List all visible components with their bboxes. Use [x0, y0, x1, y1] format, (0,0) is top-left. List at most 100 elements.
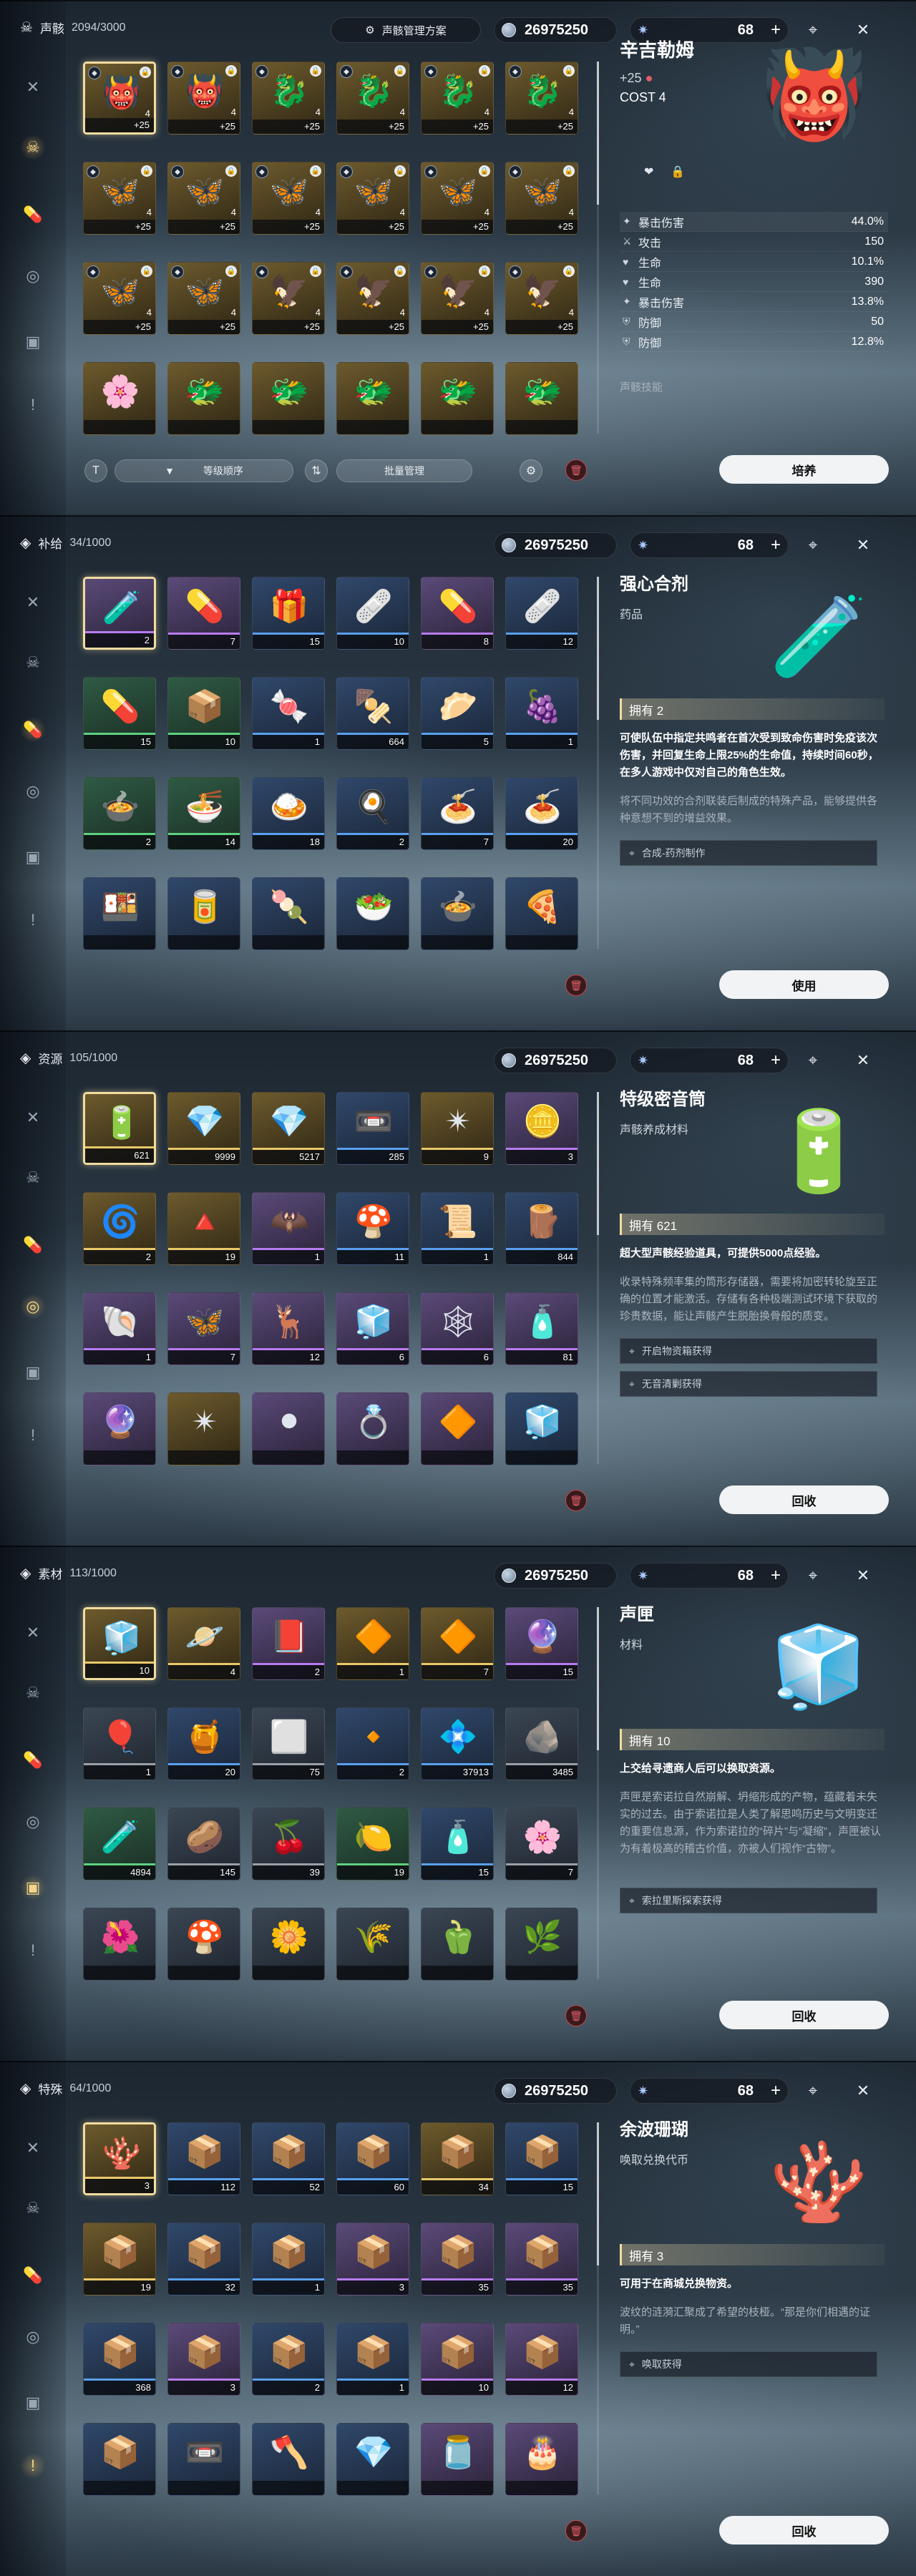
item-slot[interactable]: 💎 9999 [167, 1092, 240, 1165]
item-slot[interactable]: 🦇 1 [252, 1192, 325, 1265]
supply-tab-icon[interactable]: 💊 [20, 2263, 46, 2288]
item-slot[interactable]: 📦 1 [336, 2323, 409, 2396]
item-slot[interactable]: 🔸 2 [336, 1707, 409, 1780]
scrollbar[interactable] [597, 577, 599, 949]
item-slot[interactable]: 🎂 [505, 2423, 578, 2496]
item-slot[interactable]: 🍳 2 [336, 777, 409, 850]
item-slot[interactable]: 🐚 1 [83, 1292, 156, 1365]
weapon-icon[interactable]: ✕ [20, 2135, 46, 2161]
echo-slot[interactable]: 🐉 ◆ 🔒 4 +25 [336, 62, 409, 135]
echo-slot[interactable]: 🦅 ◆ 🔒 4 +25 [421, 262, 494, 335]
lock-status-icon[interactable]: 🔒 [671, 165, 685, 179]
item-slot[interactable]: 📦 368 [83, 2323, 156, 2396]
item-slot[interactable]: 📦 10 [167, 677, 240, 750]
close-icon[interactable]: ✕ [850, 2078, 876, 2104]
supply-tab-icon[interactable]: 💊 [20, 202, 46, 228]
item-slot[interactable]: 🫑 [421, 1908, 494, 1981]
item-slot[interactable]: 🍒 39 [252, 1807, 325, 1880]
item-slot[interactable]: 📦 112 [167, 2122, 240, 2195]
special-tab-icon[interactable]: ! [20, 907, 46, 933]
resource-tab-icon[interactable]: ◎ [20, 2324, 46, 2350]
item-slot[interactable]: 🍄 [167, 1908, 240, 1981]
source-entry[interactable]: ⌖ 开启物资箱获得 [620, 1338, 877, 1364]
echo-slot[interactable]: 🐉 ◆ 🔒 4 +25 [421, 62, 494, 135]
item-slot[interactable]: 📦 35 [505, 2223, 578, 2296]
item-slot[interactable]: 🧪 4894 [83, 1807, 156, 1880]
echo-slot[interactable]: 🐲 [505, 362, 578, 435]
settings-icon[interactable]: ⚙ [520, 459, 542, 482]
item-slot[interactable]: 🍝 20 [505, 777, 578, 850]
item-slot[interactable]: 💊 7 [167, 577, 240, 650]
echo-slot[interactable]: 🦋 ◆ 🔒 4 +25 [167, 262, 240, 335]
echo-slot[interactable]: 🐲 [421, 362, 494, 435]
item-slot[interactable]: 📦 15 [505, 2122, 578, 2195]
target-icon[interactable]: ⌖ [800, 2078, 826, 2104]
item-slot[interactable]: 💠 37913 [421, 1707, 494, 1780]
batch-manage-button[interactable]: 批量管理 [336, 459, 472, 482]
item-slot[interactable]: 🫙 [421, 2423, 494, 2496]
item-slot[interactable]: 🍡 [252, 877, 325, 950]
echo-slot[interactable]: 👹 ◆ 🔒 4 +25 [83, 62, 156, 135]
item-slot[interactable]: 🪵 844 [505, 1192, 578, 1265]
discard-icon[interactable]: 🗑 [565, 2005, 587, 2026]
source-entry[interactable]: ⌖ 索拉里斯探索获得 [620, 1888, 877, 1913]
item-slot[interactable]: ⬜ 75 [252, 1707, 325, 1780]
item-slot[interactable]: 🧪 2 [83, 577, 156, 650]
item-slot[interactable]: 💊 8 [421, 577, 494, 650]
add-astrite-button[interactable]: + [771, 1566, 781, 1586]
item-slot[interactable]: 📦 3 [336, 2223, 409, 2296]
item-slot[interactable]: 🌼 [252, 1908, 325, 1981]
add-astrite-button[interactable]: + [771, 1050, 781, 1070]
resource-tab-icon[interactable]: ◎ [20, 779, 46, 804]
material-tab-icon[interactable]: ▣ [20, 329, 46, 355]
echo-slot[interactable]: 🦋 ◆ 🔒 4 +25 [252, 162, 325, 235]
item-slot[interactable]: 💊 15 [83, 677, 156, 750]
item-slot[interactable]: 📼 [167, 2423, 240, 2496]
item-slot[interactable]: 💎 5217 [252, 1092, 325, 1165]
item-slot[interactable]: 🍋 19 [336, 1807, 409, 1880]
discard-icon[interactable]: 🗑 [565, 2520, 587, 2542]
item-slot[interactable]: 🪨 3485 [505, 1707, 578, 1780]
source-entry[interactable]: ⌖ 合成-药剂制作 [620, 840, 877, 866]
special-tab-icon[interactable]: ! [20, 1938, 46, 1963]
upgrade-button[interactable]: 培养 [719, 455, 889, 484]
special-tab-icon[interactable]: ! [20, 392, 46, 418]
material-tab-icon[interactable]: ▣ [20, 2390, 46, 2416]
echo-slot[interactable]: 🦅 ◆ 🔒 4 +25 [336, 262, 409, 335]
item-slot[interactable]: 🍜 14 [167, 777, 240, 850]
item-slot[interactable]: 📦 1 [252, 2223, 325, 2296]
echo-slot[interactable]: 🦋 ◆ 🔒 4 +25 [505, 162, 578, 235]
item-slot[interactable]: 🩹 10 [336, 577, 409, 650]
echo-slot[interactable]: 🦅 ◆ 🔒 4 +25 [505, 262, 578, 335]
add-astrite-button[interactable]: + [771, 535, 781, 555]
item-slot[interactable]: 🍯 20 [167, 1707, 240, 1780]
echo-slot[interactable]: 🦋 ◆ 🔒 4 +25 [83, 162, 156, 235]
echo-slot[interactable]: 🐉 ◆ 🔒 4 +25 [252, 62, 325, 135]
item-slot[interactable]: 🔮 [83, 1392, 156, 1465]
echo-tab-icon[interactable]: ☠ [20, 2195, 46, 2221]
special-tab-icon[interactable]: ! [20, 2453, 46, 2479]
echo-slot[interactable]: 🦋 ◆ 🔒 4 +25 [421, 162, 494, 235]
primary-action-button[interactable]: 回收 [719, 2001, 889, 2029]
echo-tab-icon[interactable]: ☠ [20, 650, 46, 675]
scrollbar[interactable] [597, 62, 599, 434]
item-slot[interactable]: 📦 2 [252, 2323, 325, 2396]
scrollbar[interactable] [597, 2122, 599, 2494]
scroll-thumb[interactable] [597, 1092, 599, 1235]
item-slot[interactable]: 🪐 4 [167, 1607, 240, 1680]
item-slot[interactable]: 🎁 15 [252, 577, 325, 650]
item-slot[interactable]: 🔶 1 [336, 1607, 409, 1680]
item-slot[interactable]: 🌿 [505, 1908, 578, 1981]
echo-slot[interactable]: 🐲 [336, 362, 409, 435]
item-slot[interactable]: 🎈 1 [83, 1707, 156, 1780]
scroll-thumb[interactable] [597, 2122, 599, 2265]
item-slot[interactable]: 📦 [83, 2423, 156, 2496]
target-icon[interactable]: ⌖ [800, 532, 826, 558]
special-tab-icon[interactable]: ! [20, 1423, 46, 1448]
scroll-thumb[interactable] [597, 577, 599, 720]
item-slot[interactable]: 🍝 7 [421, 777, 494, 850]
item-slot[interactable]: 🕸 6 [421, 1292, 494, 1365]
scroll-thumb[interactable] [597, 1607, 599, 1750]
echo-slot[interactable]: 🦋 ◆ 🔒 4 +25 [167, 162, 240, 235]
echo-plan-button[interactable]: ⚙ 声骸管理方案 [331, 17, 481, 43]
